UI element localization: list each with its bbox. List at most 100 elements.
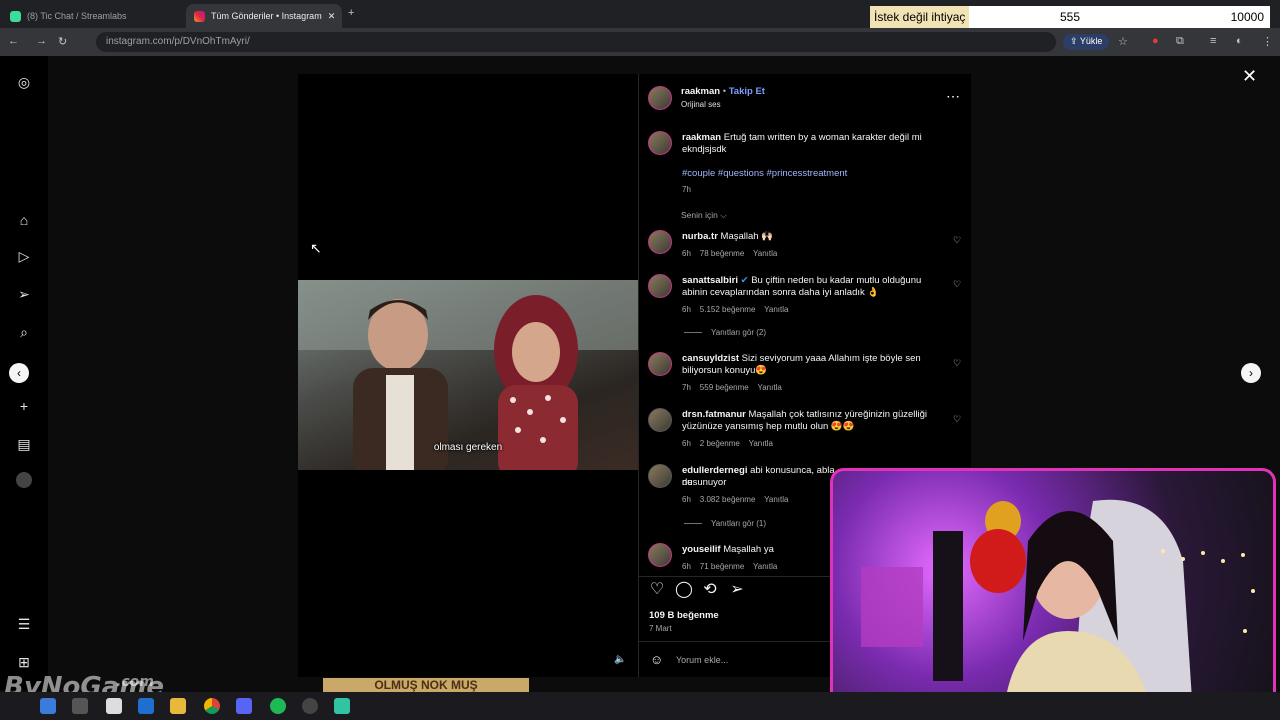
avatar[interactable] xyxy=(648,230,672,254)
search-icon[interactable]: ⌕ xyxy=(16,324,32,340)
comment-likes[interactable]: 78 beğenme xyxy=(700,249,744,258)
tab-instagram[interactable]: Tüm Gönderiler • Instagram ✕ xyxy=(186,4,342,28)
file-explorer-icon[interactable] xyxy=(170,698,186,714)
streamlabs-icon[interactable] xyxy=(334,698,350,714)
comment-text: cansuyldzist Sizi seviyorum yaaa Allahım… xyxy=(682,353,932,377)
reply-button[interactable]: Yanıtla xyxy=(764,305,788,314)
emoji-icon[interactable]: ☺ xyxy=(650,652,663,667)
reply-button[interactable]: Yanıtla xyxy=(753,562,777,571)
plus-icon[interactable]: + xyxy=(16,398,32,414)
task-view-icon[interactable] xyxy=(72,698,88,714)
comment-username[interactable]: nurba.tr xyxy=(682,231,718,242)
discord-icon[interactable] xyxy=(236,698,252,714)
url-input[interactable]: instagram.com/p/DVnOhTmAyri/ xyxy=(96,32,1056,52)
comment-username[interactable]: cansuyldzist xyxy=(682,353,739,364)
more-icon[interactable]: ⋯ xyxy=(946,88,960,105)
avatar[interactable] xyxy=(648,543,672,567)
avatar[interactable] xyxy=(648,131,672,155)
search-icon[interactable] xyxy=(40,698,56,714)
comment-likes[interactable]: 3.082 beğenme xyxy=(700,495,756,504)
heart-icon[interactable]: ♡ xyxy=(953,279,961,290)
repost-icon[interactable]: ⟲ xyxy=(700,580,720,600)
streamer-webcam xyxy=(830,468,1276,718)
close-icon[interactable]: ✕ xyxy=(1242,66,1257,87)
windows-taskbar xyxy=(0,692,1280,720)
heart-icon[interactable]: ♡ xyxy=(953,235,961,246)
stats-icon[interactable]: ▤ xyxy=(16,436,32,452)
reply-button[interactable]: Yanıtla xyxy=(757,383,781,392)
reply-button[interactable]: Yanıtla xyxy=(764,495,788,504)
reels-icon[interactable]: ▷ xyxy=(16,248,32,264)
comment-username[interactable]: youseilif xyxy=(682,544,721,555)
chrome-icon[interactable] xyxy=(204,698,220,714)
avatar[interactable] xyxy=(648,408,672,432)
comment-username[interactable]: drsn.fatmanur xyxy=(682,409,746,420)
comment-meta: 7h 559 beğenme Yanıtla xyxy=(682,383,782,392)
forward-icon[interactable]: → xyxy=(36,35,47,47)
upload-label: Yükle xyxy=(1079,36,1103,46)
caption-username[interactable]: raakman xyxy=(682,132,721,143)
video-subtitle: olması gereken xyxy=(433,442,503,453)
profile-avatar-icon[interactable]: ◐ xyxy=(1236,35,1243,47)
upload-button[interactable]: ⇪ Yükle xyxy=(1063,34,1110,50)
post-header: raakman • Takip Et xyxy=(681,86,765,97)
obs-icon[interactable] xyxy=(302,698,318,714)
heart-icon[interactable]: ♡ xyxy=(953,358,961,369)
streamlabs-icon xyxy=(10,10,21,22)
mute-icon[interactable]: 🔈 xyxy=(614,654,626,665)
profile-icon[interactable] xyxy=(16,472,32,488)
reply-button[interactable]: Yanıtla xyxy=(753,249,777,258)
view-replies-button[interactable]: Yanıtları gör (2) xyxy=(711,328,766,337)
spotify-icon[interactable] xyxy=(270,698,286,714)
browser-menu-icon[interactable]: ⋮ xyxy=(1262,35,1273,48)
home-icon[interactable]: ⌂ xyxy=(16,212,32,228)
extension-icon[interactable]: ● xyxy=(1152,35,1159,47)
comment-likes[interactable]: 5.152 beğenme xyxy=(700,305,756,314)
avatar[interactable] xyxy=(648,274,672,298)
comment-likes[interactable]: 559 beğenme xyxy=(700,383,749,392)
likes-count[interactable]: 109 B beğenme xyxy=(649,610,719,622)
extensions-icon[interactable]: ⧉ xyxy=(1176,35,1184,48)
new-tab-icon[interactable]: + xyxy=(348,7,354,19)
share-icon[interactable]: ➢ xyxy=(727,580,747,600)
bookmark-icon[interactable]: ☆ xyxy=(1118,35,1128,48)
reply-button[interactable]: Yanıtla xyxy=(749,439,773,448)
more-icon[interactable]: ⊞ xyxy=(16,654,32,670)
heart-icon[interactable]: ♡ xyxy=(953,414,961,425)
post-username[interactable]: raakman xyxy=(681,86,720,97)
app-icon[interactable] xyxy=(138,698,154,714)
app-icon[interactable] xyxy=(106,698,122,714)
comment-username[interactable]: sanattsalbiri xyxy=(682,275,738,286)
follow-button[interactable]: Takip Et xyxy=(729,86,765,97)
send-icon[interactable]: ➢ xyxy=(16,286,32,302)
avatar[interactable] xyxy=(648,86,672,110)
reload-icon[interactable]: ↻ xyxy=(58,35,67,48)
tab-label: Tüm Gönderiler • Instagram xyxy=(211,11,322,21)
playlist-icon[interactable]: ≡ xyxy=(1210,35,1216,47)
instagram-favicon xyxy=(194,10,205,22)
comment-likes[interactable]: 2 beğenme xyxy=(700,439,740,448)
comment-meta: 6h 3.082 beğenme Yanıtla xyxy=(682,495,788,504)
comment-likes[interactable]: 71 beğenme xyxy=(700,562,744,571)
comment-body: Maşallah 🙌🏻 xyxy=(720,231,774,242)
chevron-left-icon[interactable]: ‹ xyxy=(9,363,29,383)
heart-icon[interactable]: ♡ xyxy=(647,580,667,600)
comment-username[interactable]: edullerdernegi xyxy=(682,465,747,476)
chevron-right-icon[interactable]: › xyxy=(1241,363,1261,383)
comment-text: youseilif Maşallah ya xyxy=(682,544,832,556)
instagram-icon[interactable]: ◎ xyxy=(16,74,32,90)
avatar[interactable] xyxy=(648,352,672,376)
comment-icon[interactable]: ◯ xyxy=(674,580,694,600)
menu-icon[interactable]: ☰ xyxy=(16,616,32,632)
back-icon[interactable]: ← xyxy=(8,35,19,47)
avatar[interactable] xyxy=(648,464,672,488)
view-replies-button[interactable]: Yanıtları gör (1) xyxy=(711,519,766,528)
tab-streamlabs[interactable]: (8) Tic Chat / Streamlabs xyxy=(2,4,188,28)
close-tab-icon[interactable]: ✕ xyxy=(328,11,336,22)
caption-hashtags[interactable]: #couple #questions #princesstreatment xyxy=(682,168,847,180)
comment-input[interactable]: Yorum ekle... xyxy=(676,655,728,665)
audio-label[interactable]: Orijinal ses xyxy=(681,100,721,109)
caption-time: 7h xyxy=(682,185,691,194)
comment-filter-dropdown[interactable]: Senin için ⌵ xyxy=(681,210,727,221)
divider xyxy=(638,576,830,577)
